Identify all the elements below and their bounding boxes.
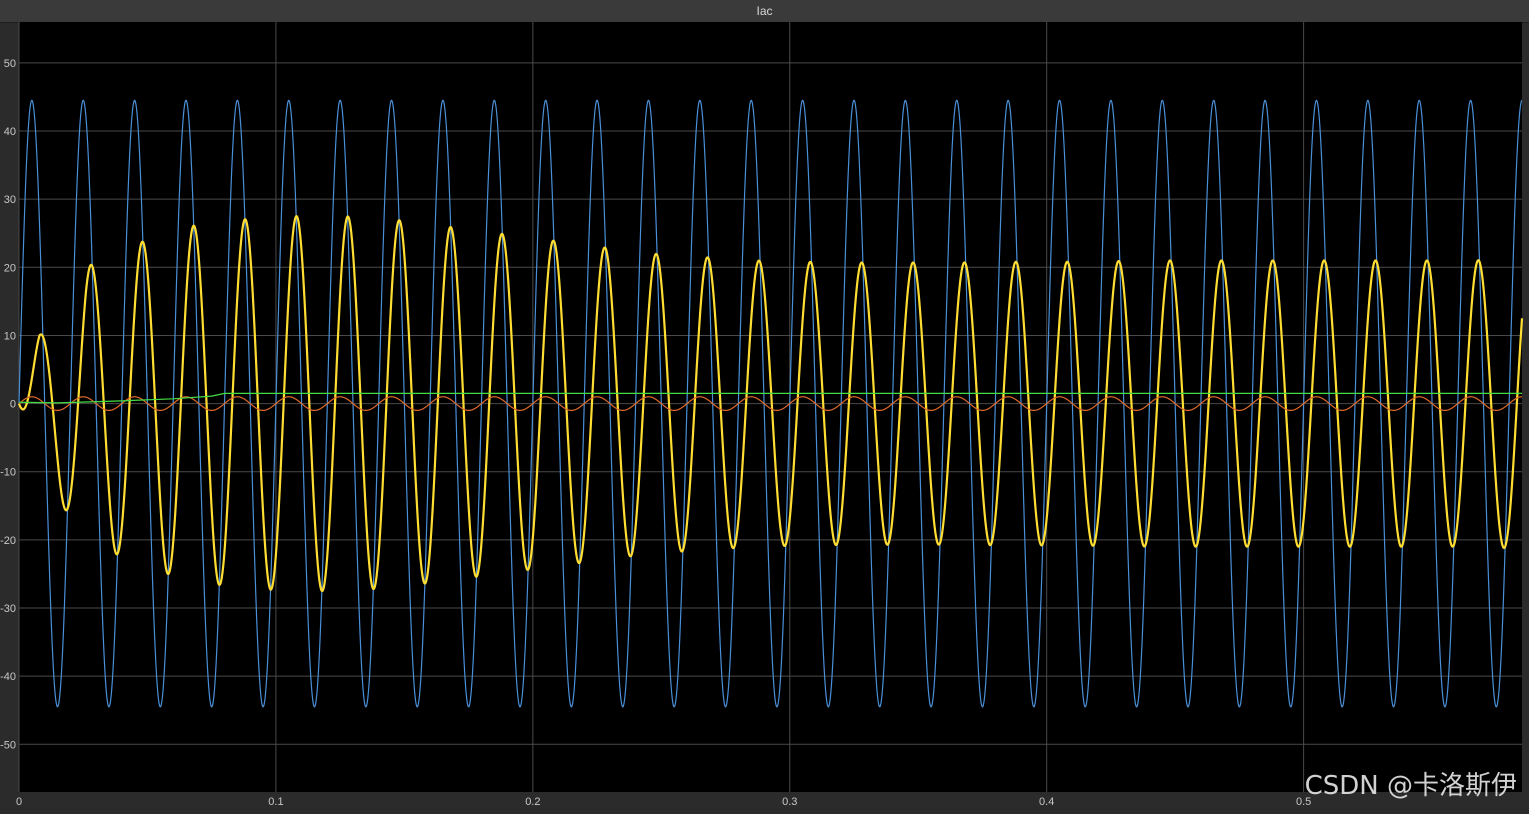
- scope-chart: 0 0.1 0.2 0.3 0.4 0.550403020100-10-20-30-40-…: [0, 22, 1524, 808]
- y-tick-label: -40: [0, 671, 16, 683]
- y-tick-label: -20: [0, 535, 16, 547]
- y-tick-label: 40: [4, 126, 16, 138]
- y-tick-label: 30: [4, 194, 16, 206]
- watermark-text: CSDN @卡洛斯伊: [1304, 771, 1517, 801]
- x-tick-label: 0.3: [782, 796, 797, 808]
- x-tick-label: 0.1: [268, 796, 283, 808]
- y-tick-label: -30: [0, 603, 16, 615]
- y-tick-label: 20: [4, 262, 16, 274]
- y-tick-label: 0: [10, 399, 16, 411]
- x-tick-label: 0.4: [1039, 796, 1054, 808]
- x-tick-label: 0.2: [525, 796, 540, 808]
- x-tick-label: 0: [16, 796, 22, 808]
- y-tick-label: -10: [0, 467, 16, 479]
- y-tick-label: -50: [0, 739, 16, 751]
- y-tick-label: 10: [4, 330, 16, 342]
- y-tick-label: 50: [4, 58, 16, 70]
